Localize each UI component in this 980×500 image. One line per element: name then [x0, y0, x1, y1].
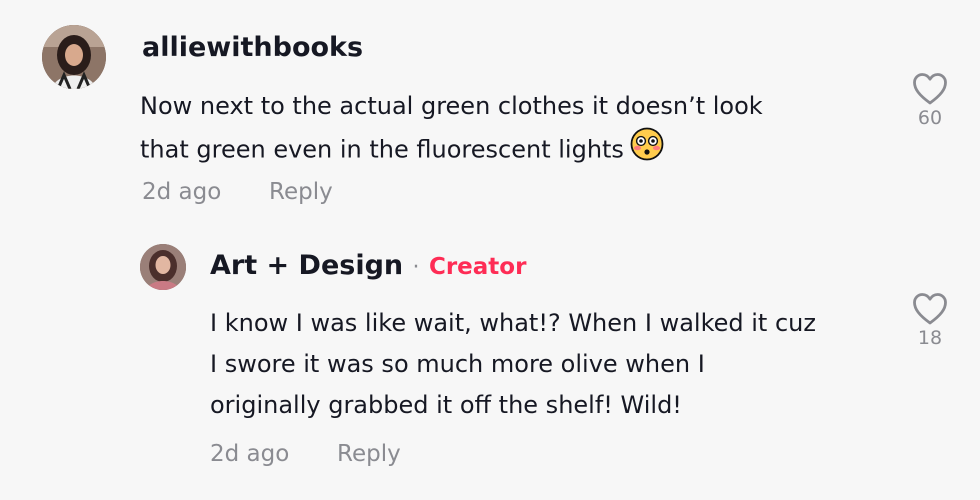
comment-username[interactable]: alliewithbooks [142, 32, 363, 63]
reply-text-line: I know I was like wait, what!? When I wa… [210, 309, 816, 337]
reply-item: Art + Design · Creator I know I was like… [0, 230, 980, 500]
heart-icon [913, 293, 947, 325]
reply-text-line: originally grabbed it off the shelf! Wil… [210, 391, 682, 419]
reply-header: Art + Design · Creator [210, 250, 526, 281]
comment-text-line: Now next to the actual green clothes it … [140, 92, 763, 120]
commenter-avatar[interactable] [42, 25, 106, 89]
creator-badge: Creator [428, 254, 527, 280]
comment-timestamp: 2d ago [142, 179, 222, 205]
avatar-photo-icon [140, 244, 186, 290]
reply-avatar[interactable] [140, 244, 186, 290]
reply-username[interactable]: Art + Design [210, 250, 403, 281]
comment-item: alliewithbooks Now next to the actual gr… [0, 0, 980, 230]
like-count: 60 [917, 107, 943, 129]
avatar-photo-icon [42, 25, 106, 89]
like-count: 18 [917, 327, 943, 349]
comment-text: Now next to the actual green clothes it … [140, 86, 763, 174]
reply-timestamp: 2d ago [210, 441, 290, 467]
reply-button[interactable]: Reply [337, 441, 401, 467]
like-button[interactable]: 60 [905, 72, 955, 129]
heart-icon [913, 73, 947, 105]
reply-text: I know I was like wait, what!? When I wa… [210, 303, 816, 426]
separator-dot: · [412, 255, 420, 280]
comment-text-line: that green even in the fluorescent light… [140, 127, 763, 174]
reply-button[interactable]: Reply [269, 179, 333, 205]
reply-text-line: I swore it was so much more olive when I [210, 350, 705, 378]
flushed-face-icon [630, 127, 664, 174]
like-button[interactable]: 18 [905, 292, 955, 349]
comment-text-line-content: that green even in the fluorescent light… [140, 135, 624, 164]
